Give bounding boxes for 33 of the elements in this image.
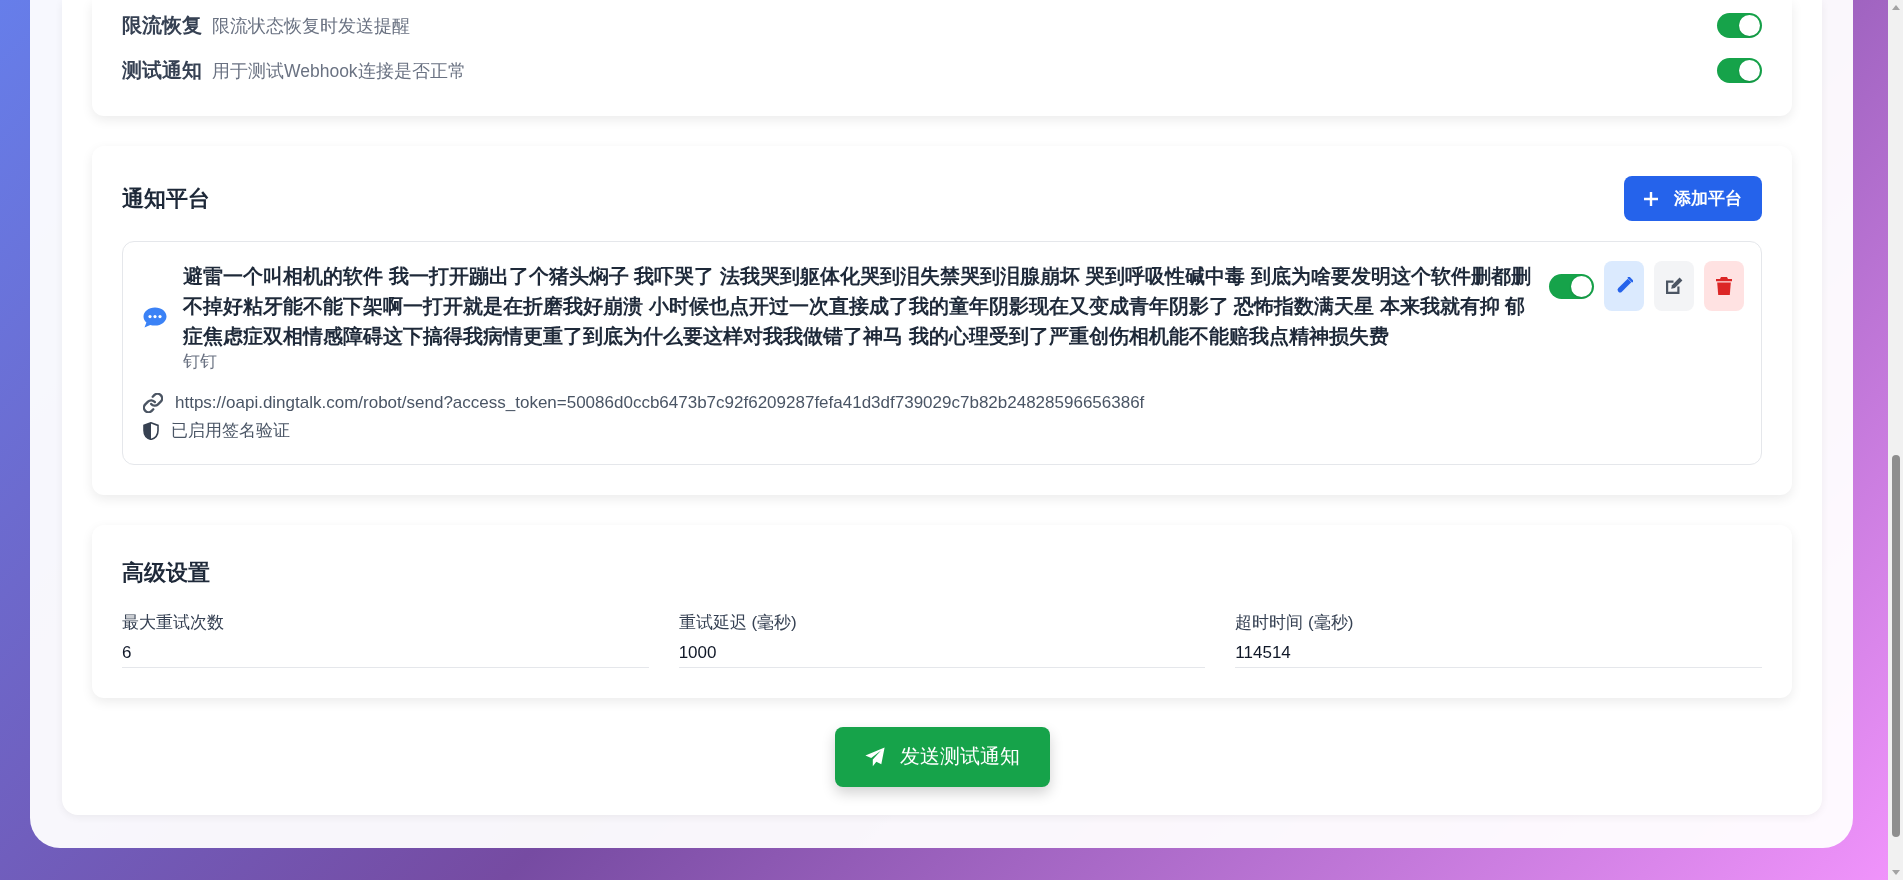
field-label: 超时时间 (毫秒) bbox=[1235, 612, 1355, 634]
scrollbar-thumb[interactable] bbox=[1891, 455, 1900, 837]
toggle-switch[interactable] bbox=[1549, 273, 1594, 299]
event-description: 用于测试Webhook连接是否正常 bbox=[212, 59, 466, 83]
section-title: 通知平台 bbox=[122, 184, 210, 213]
event-label: 限流恢复 bbox=[122, 12, 202, 38]
toggle-switch[interactable] bbox=[1717, 13, 1762, 38]
webhook-url: https://oapi.dingtalk.com/robot/send?access_token=50086d0ccb6473b7c92f6209287fefa41d3df739029c7b82b24828596656386f bbox=[175, 392, 1145, 415]
field-label: 最大重试次数 bbox=[122, 612, 225, 634]
toggle-switch[interactable] bbox=[1717, 58, 1762, 83]
trash-icon bbox=[1716, 277, 1732, 295]
add-platform-button[interactable]: 添加平台 bbox=[1624, 176, 1762, 221]
paper-plane-icon bbox=[864, 747, 885, 767]
shield-icon bbox=[143, 422, 159, 440]
arrow-down-icon[interactable] bbox=[1891, 870, 1900, 875]
chat-bubble-icon bbox=[143, 306, 167, 328]
edit-button[interactable] bbox=[1654, 261, 1694, 311]
link-icon bbox=[143, 393, 163, 413]
input-field[interactable]: 1000 bbox=[678, 639, 1206, 668]
arrow-up-icon[interactable] bbox=[1891, 5, 1900, 10]
platform-type: 钉钉 bbox=[183, 351, 218, 373]
plus-icon bbox=[1644, 191, 1658, 206]
delete-button[interactable] bbox=[1704, 261, 1744, 311]
test-tube-icon bbox=[1615, 277, 1633, 295]
input-field[interactable]: 114514 bbox=[1235, 639, 1762, 668]
event-description: 限流状态恢复时发送提醒 bbox=[212, 14, 410, 38]
signature-status: 已启用签名验证 bbox=[171, 420, 290, 443]
test-button[interactable] bbox=[1604, 261, 1644, 311]
platform-name: 避雷一个叫相机的软件 我一打开蹦出了个猪头焖子 我吓哭了 法我哭到躯体化哭到泪失禁哭到泪腺崩坏 哭到呼吸性碱中毒 到底为啥要发明这个软件删都删不掉好粘牙能不能下架啊一打开就是在折磨我好崩溃 小时候也点开过一次直接成了我的童年阴影现在又变成青年阴影了 恐怖指数满天星 本来我就有抑 郁症焦虑症双相情感障碍这下搞得我病情更重了到底为什么要这样对我我做错了神马 我的心理受到了严重创伤相机能不能赔我点精神损失费 bbox=[183, 264, 1532, 349]
field-label: 重试延迟 (毫秒) bbox=[678, 612, 798, 634]
event-label: 测试通知 bbox=[122, 57, 202, 83]
section-title: 高级设置 bbox=[122, 559, 211, 587]
input-field[interactable]: 6 bbox=[122, 639, 649, 668]
